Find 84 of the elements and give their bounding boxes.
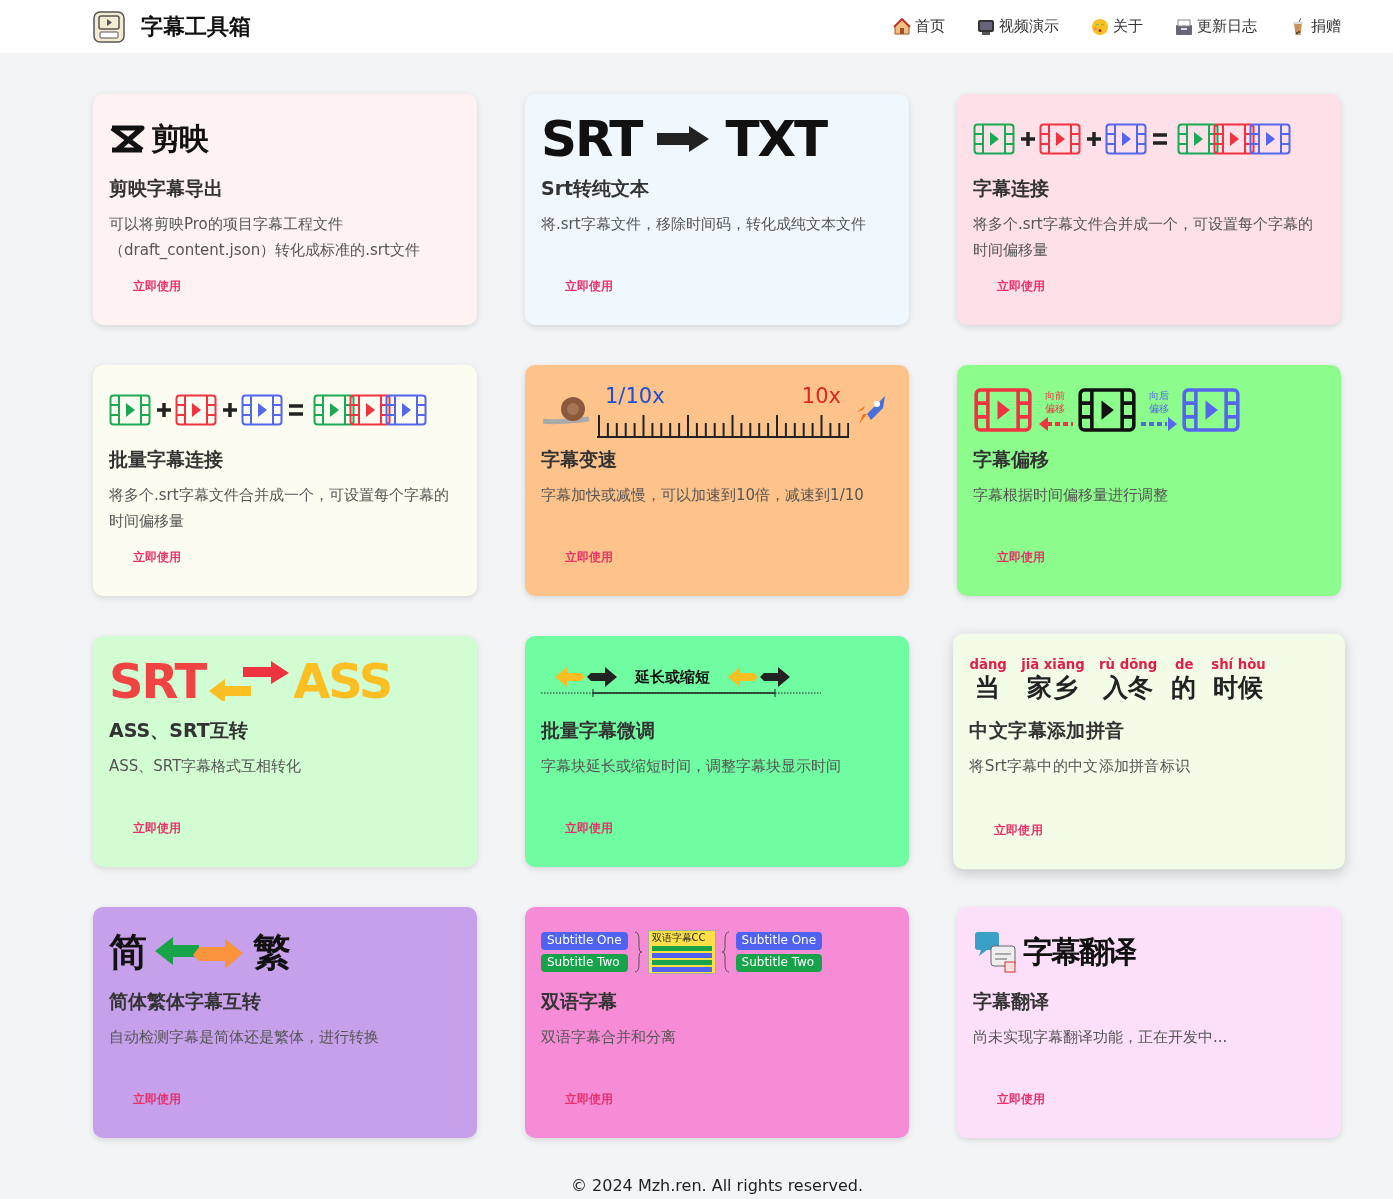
adjust-label: 延长或缩短 bbox=[635, 666, 710, 688]
hanzi-text: 当 bbox=[975, 673, 1001, 702]
hanzi-text: 的 bbox=[1171, 673, 1197, 702]
use-now-link[interactable]: 立即使用 bbox=[133, 819, 181, 837]
card-title: 简体繁体字幕互转 bbox=[109, 989, 262, 1014]
card-description: ASS、SRT字幕格式互相转化 bbox=[109, 755, 303, 777]
brace-icon bbox=[721, 930, 730, 974]
hanzi-text: 家乡 bbox=[1027, 673, 1079, 702]
use-now-link[interactable]: 立即使用 bbox=[997, 277, 1045, 295]
card-description: 字幕块延长或缩短时间，调整字幕块显示时间 bbox=[541, 755, 842, 777]
file-label: 双语字幕CC bbox=[651, 932, 707, 944]
card-description: 自动检测字幕是简体还是繁体，进行转换 bbox=[109, 1026, 380, 1048]
card-description: 将多个.srt字幕文件合并成一个，可设置每个字幕的时间偏移量 bbox=[973, 213, 1314, 261]
swap-arrows-icon bbox=[153, 935, 245, 969]
film-icon bbox=[1077, 388, 1137, 432]
pinyin-text: rù dōng bbox=[1099, 657, 1158, 674]
tv-icon bbox=[977, 17, 995, 36]
card-title: 字幕变速 bbox=[541, 447, 618, 472]
card-title: 批量字幕连接 bbox=[109, 447, 224, 472]
use-now-link[interactable]: 立即使用 bbox=[133, 277, 181, 295]
nav-link[interactable]: 更新日志 bbox=[1197, 15, 1257, 38]
card-description: 可以将剪映Pro的项目字幕工程文件（draft_content.json）转化成标准的.srt文件 bbox=[109, 213, 421, 261]
nav-link[interactable]: 捐赠 bbox=[1311, 15, 1341, 38]
subtitle-tag: Subtitle One bbox=[541, 932, 628, 950]
card-title: 字幕翻译 bbox=[973, 989, 1050, 1014]
card-title: ASS、SRT互转 bbox=[109, 718, 249, 743]
use-now-link[interactable]: 立即使用 bbox=[993, 820, 1043, 839]
heading-text: 字幕翻译 bbox=[1023, 937, 1135, 967]
brace-icon bbox=[633, 930, 642, 974]
card-description: 尚未实现字幕翻译功能，正在开发中... bbox=[973, 1026, 1229, 1048]
offset-label: 向后偏移 bbox=[1148, 388, 1170, 416]
format-label: ASS bbox=[293, 657, 392, 705]
character-label: 繁 bbox=[253, 933, 289, 971]
card-description: 字幕根据时间偏移量进行调整 bbox=[973, 484, 1169, 506]
format-label: SRT bbox=[109, 657, 206, 705]
dashed-arrow-icon bbox=[1037, 415, 1073, 432]
subtitle-tag: Subtitle Two bbox=[735, 954, 823, 972]
use-now-link[interactable]: 立即使用 bbox=[565, 548, 613, 566]
use-now-link[interactable]: 立即使用 bbox=[997, 1090, 1045, 1108]
card-title: 双语字幕 bbox=[541, 989, 618, 1014]
logo-text: 剪映 bbox=[151, 124, 207, 154]
use-now-link[interactable]: 立即使用 bbox=[565, 277, 613, 295]
hanzi-text: 入冬 bbox=[1102, 673, 1154, 702]
pinyin-text: jiā xiāng bbox=[1021, 657, 1085, 674]
film-icon bbox=[1181, 388, 1241, 432]
brand-name: 字幕工具箱 bbox=[141, 12, 251, 41]
cabinet-icon bbox=[1175, 17, 1193, 36]
card-title: 字幕偏移 bbox=[973, 447, 1050, 472]
clapper-logo-icon bbox=[109, 125, 145, 153]
card-description: 将.srt字幕文件，移除时间码，转化成纯文本文件 bbox=[541, 213, 867, 235]
nav-link[interactable]: 首页 bbox=[915, 15, 945, 38]
card-title: Srt转纯文本 bbox=[541, 176, 651, 201]
smiley-icon bbox=[1091, 17, 1109, 36]
pinyin-text: shí hòu bbox=[1211, 657, 1266, 674]
house-icon bbox=[893, 17, 911, 36]
use-now-link[interactable]: 立即使用 bbox=[997, 548, 1045, 566]
speed-label: 1/10x bbox=[605, 383, 665, 411]
use-now-link[interactable]: 立即使用 bbox=[565, 819, 613, 837]
translate-icon bbox=[973, 930, 1019, 974]
pinyin-text: de bbox=[1175, 657, 1194, 674]
character-label: 简 bbox=[109, 933, 145, 971]
card-title: 剪映字幕导出 bbox=[109, 176, 224, 201]
card-description: 字幕加快或减慢，可以加速到10倍，减速到1/10 bbox=[541, 484, 865, 506]
speed-label: 10x bbox=[801, 383, 841, 411]
format-label: SRT bbox=[541, 114, 642, 164]
card-description: 将Srt字幕中的中文添加拼音标识 bbox=[969, 755, 1192, 778]
use-now-link[interactable]: 立即使用 bbox=[133, 548, 181, 566]
subtitle-tag: Subtitle Two bbox=[541, 954, 628, 972]
card-title: 批量字幕微调 bbox=[541, 718, 656, 743]
format-label: TXT bbox=[725, 114, 827, 164]
logo-icon bbox=[93, 10, 125, 43]
film-icon bbox=[973, 388, 1033, 432]
nav-link[interactable]: 关于 bbox=[1113, 15, 1143, 38]
dashed-arrow-icon bbox=[1141, 415, 1177, 432]
footer-text: © 2024 Mzh.ren. All rights reserved. bbox=[570, 1175, 864, 1197]
hanzi-text: 时候 bbox=[1213, 673, 1264, 702]
offset-label: 向前偏移 bbox=[1044, 388, 1066, 416]
card-description: 双语字幕合并和分离 bbox=[541, 1026, 677, 1048]
card-description: 将多个.srt字幕文件合并成一个，可设置每个字幕的时间偏移量 bbox=[109, 484, 450, 532]
pinyin-text: dāng bbox=[969, 657, 1007, 674]
card-title: 字幕连接 bbox=[973, 176, 1050, 201]
card-title: 中文字幕添加拼音 bbox=[969, 717, 1126, 743]
nav-link[interactable]: 视频演示 bbox=[999, 15, 1059, 38]
subtitle-tag: Subtitle One bbox=[735, 932, 823, 950]
